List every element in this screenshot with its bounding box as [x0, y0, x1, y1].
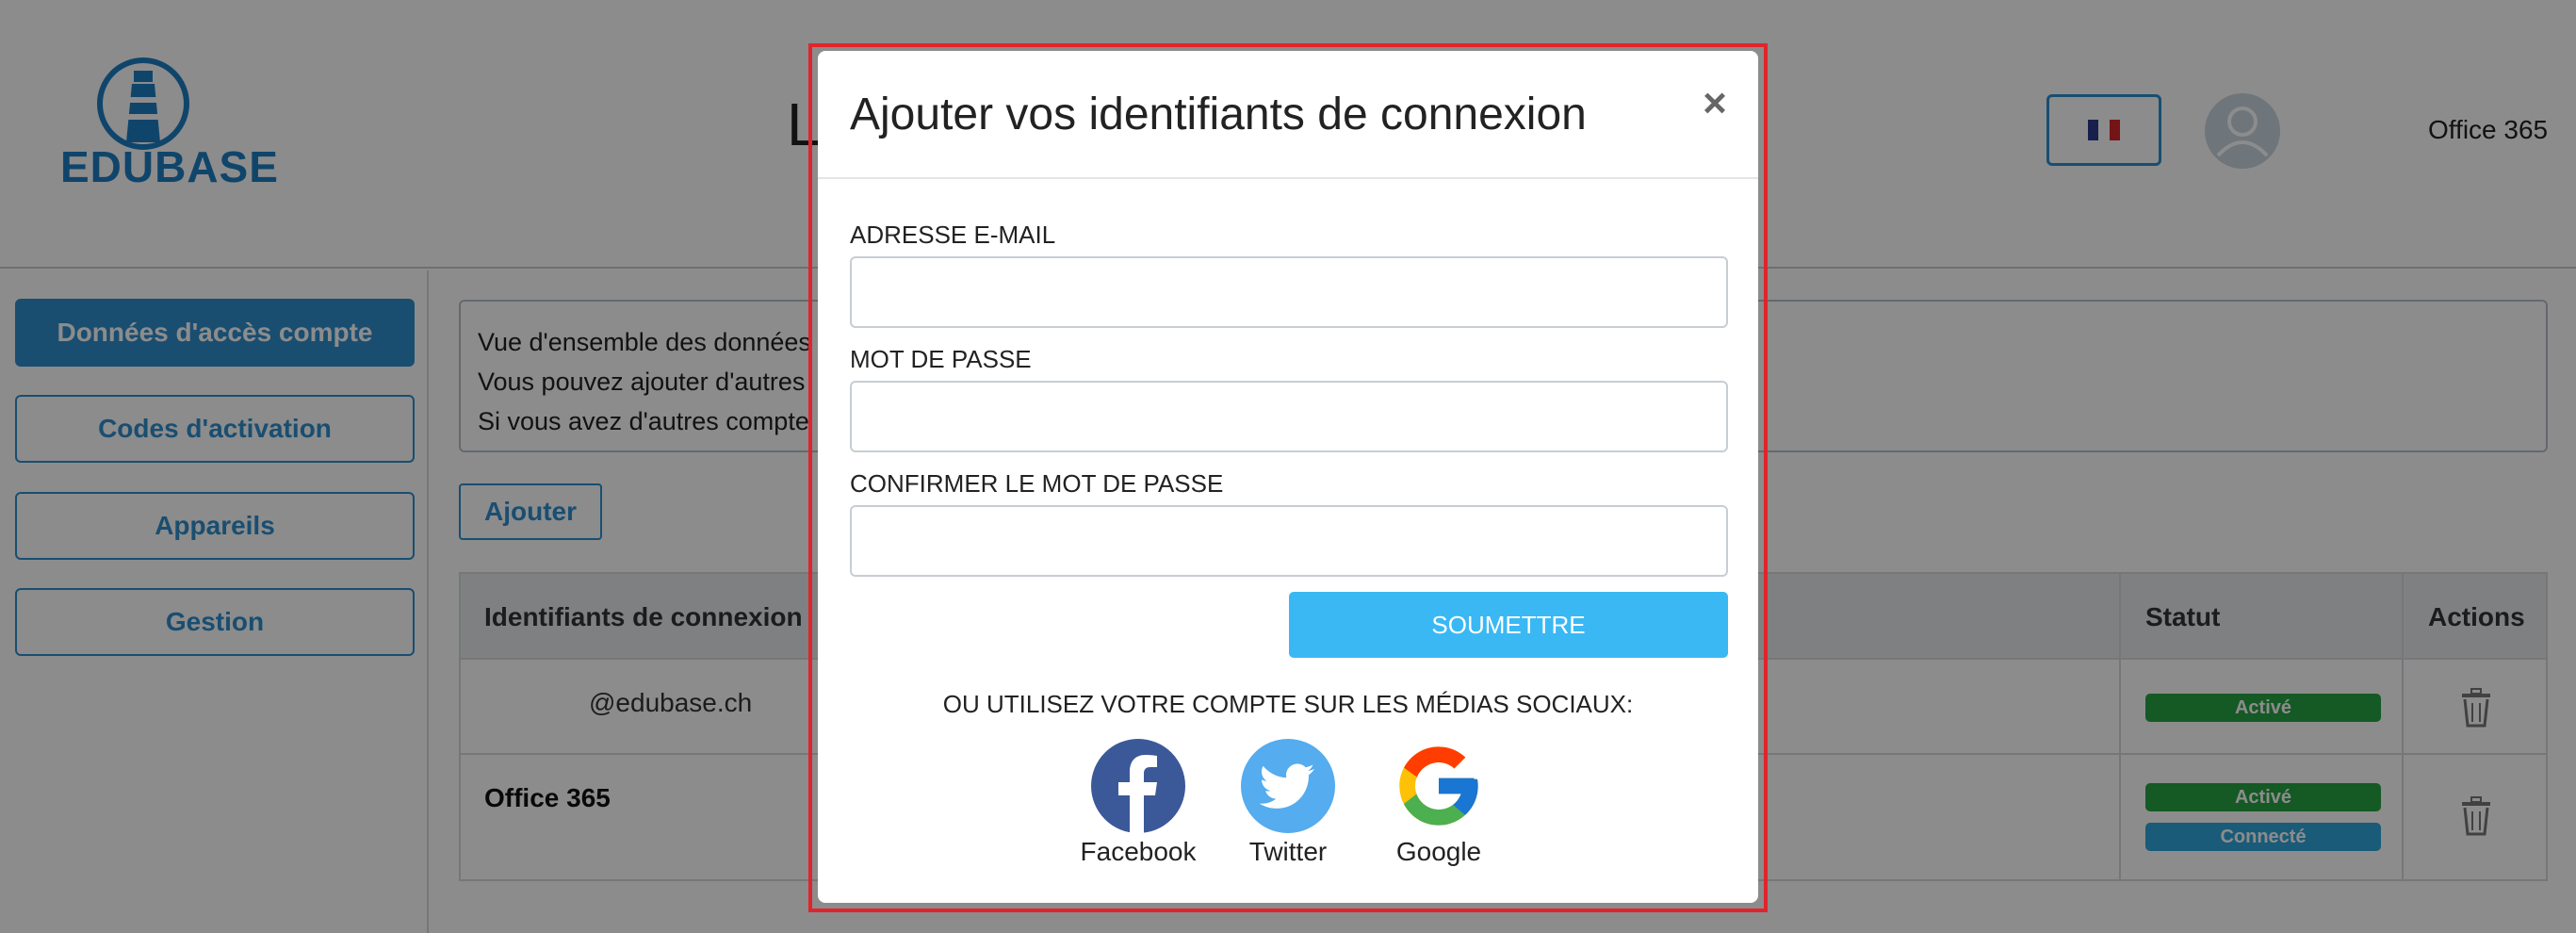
- confirm-password-label: CONFIRMER LE MOT DE PASSE: [850, 469, 1224, 498]
- twitter-label: Twitter: [1248, 837, 1328, 866]
- submit-button[interactable]: SOUMETTRE: [1289, 592, 1728, 658]
- google-label: Google: [1395, 837, 1482, 866]
- email-field[interactable]: [850, 256, 1728, 328]
- close-icon[interactable]: ×: [1694, 83, 1736, 124]
- twitter-login-button[interactable]: Twitter: [1222, 739, 1354, 867]
- facebook-icon: [1091, 739, 1185, 833]
- twitter-icon: [1241, 739, 1335, 833]
- facebook-label: Facebook: [1080, 837, 1197, 866]
- google-login-button[interactable]: Google: [1373, 739, 1505, 867]
- social-login-label: OU UTILISEZ VOTRE COMPTE SUR LES MÉDIAS …: [942, 690, 1634, 718]
- password-label: MOT DE PASSE: [850, 345, 1032, 373]
- google-icon: [1399, 746, 1478, 826]
- modal-header: Ajouter vos identifiants de connexion ×: [818, 51, 1758, 179]
- confirm-password-field[interactable]: [850, 505, 1728, 577]
- add-credentials-modal: Ajouter vos identifiants de connexion × …: [818, 51, 1758, 903]
- facebook-login-button[interactable]: Facebook: [1072, 739, 1204, 867]
- modal-title: Ajouter vos identifiants de connexion: [850, 90, 1587, 139]
- email-label: ADRESSE E-MAIL: [850, 221, 1056, 249]
- password-field[interactable]: [850, 381, 1728, 452]
